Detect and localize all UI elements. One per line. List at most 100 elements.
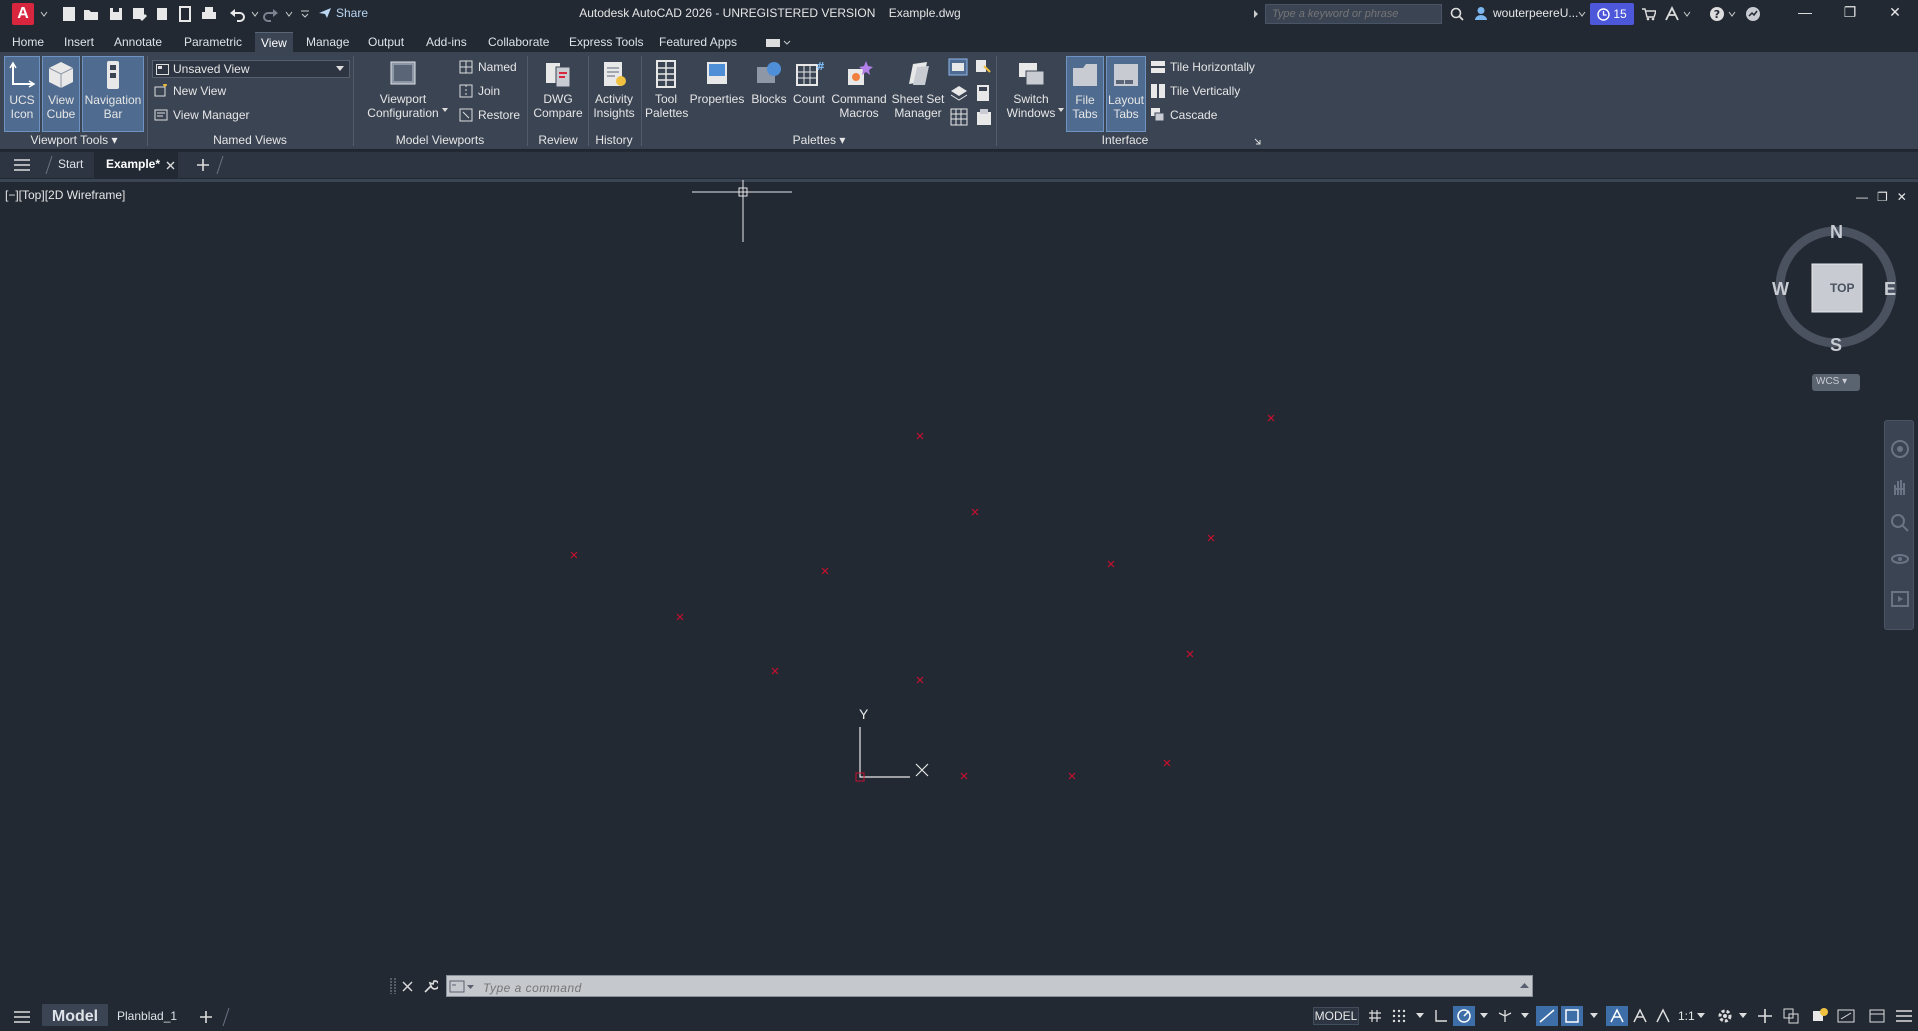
share-button[interactable]: Share [318,6,368,20]
file-tabs-toggle[interactable]: File Tabs [1066,56,1104,132]
hardware-acceleration-icon[interactable] [1837,1007,1855,1025]
panel-title-palettes[interactable]: Palettes ▾ [644,133,994,147]
auto-scale-icon[interactable] [1632,1008,1648,1024]
workspace-dropdown-icon[interactable] [1739,1013,1747,1019]
external-references-icon[interactable] [950,108,968,126]
zoom-extents-icon[interactable] [1890,513,1910,533]
compass-north[interactable]: N [1830,222,1843,243]
activity-insights-button[interactable]: Activity Insights [591,56,637,132]
close-button[interactable]: ✕ [1875,4,1915,24]
dwg-compare-button[interactable]: DWG Compare [531,56,585,132]
polar-dropdown-icon[interactable] [1480,1013,1488,1019]
pan-hand-icon[interactable] [1890,477,1910,497]
snap-icon[interactable] [1392,1009,1406,1023]
recent-commands-icon[interactable] [449,980,475,993]
annotation-monitor-icon[interactable] [1757,1008,1773,1024]
new-file-icon[interactable] [60,5,78,23]
grid-icon[interactable] [1368,1009,1382,1023]
polar-tracking-icon[interactable] [1453,1006,1475,1026]
redo-dropdown-icon[interactable] [285,10,293,18]
minimize-button[interactable]: — [1785,4,1825,24]
annotation-scale-icon[interactable] [1655,1008,1671,1024]
clean-screen-icon[interactable] [1869,1008,1885,1024]
command-macros-button[interactable]: Command Macros [829,56,889,132]
workspace-gear-icon[interactable] [1716,1007,1734,1025]
save-as-icon[interactable] [130,5,148,23]
blocks-button[interactable]: Blocks [748,56,790,132]
tab-express-tools[interactable]: Express Tools [563,32,649,52]
tab-add-ins[interactable]: Add-ins [420,32,473,52]
help-dropdown-icon[interactable] [1728,10,1736,18]
named-view-combo[interactable]: Unsaved View [152,60,350,78]
switch-windows-dropdown-icon[interactable] [1058,108,1064,113]
application-menu-button[interactable]: A [12,3,34,25]
add-layout-icon[interactable] [199,1010,213,1024]
isolate-objects-icon[interactable] [1811,1007,1829,1025]
tab-start[interactable]: Start [58,157,83,171]
tab-featured-apps[interactable]: Featured Apps [653,32,743,52]
wcs-menu[interactable]: WCS ▾ [1812,374,1860,391]
tab-collaborate[interactable]: Collaborate [482,32,555,52]
redo-icon[interactable] [262,5,280,23]
showmotion-icon[interactable] [1890,589,1910,609]
command-line-grip-icon[interactable] [390,977,396,995]
command-input[interactable] [446,975,1533,997]
help-icon[interactable]: ? [1709,6,1725,22]
close-tab-icon[interactable] [166,161,175,170]
named-viewports-button[interactable]: Named [459,60,517,74]
cascade-button[interactable]: Cascade [1151,108,1217,122]
plot-icon[interactable] [176,5,194,23]
calculator-icon[interactable] [975,84,991,102]
isodraft-icon[interactable] [1497,1009,1513,1023]
tab-annotate[interactable]: Annotate [108,32,168,52]
viewport-configuration-button[interactable]: Viewport Configuration [362,56,444,132]
command-history-expand-icon[interactable] [1520,982,1529,989]
new-tab-icon[interactable] [196,158,210,172]
save-icon[interactable] [107,5,125,23]
customization-menu-icon[interactable] [1896,1010,1912,1022]
print-icon[interactable] [200,5,218,23]
viewcube-top-face[interactable]: TOP [1830,281,1854,295]
tab-output[interactable]: Output [362,32,410,52]
switch-windows-button[interactable]: Switch Windows [1001,56,1061,132]
autodesk-app-icon[interactable] [1664,6,1680,21]
feedback-icon[interactable] [1745,6,1761,22]
properties-button[interactable]: Properties [689,56,745,132]
new-view-button[interactable]: New View [154,84,226,98]
user-account-menu[interactable]: wouterpeereU... [1493,6,1578,20]
open-folder-icon[interactable] [82,5,100,23]
steering-wheel-icon[interactable] [1890,439,1910,459]
orbit-icon[interactable] [1890,549,1910,569]
annotation-scale-value[interactable]: 1:1 [1678,1009,1695,1023]
search-input[interactable] [1265,4,1442,24]
customize-wrench-icon[interactable] [423,979,438,994]
isodraft-dropdown-icon[interactable] [1521,1013,1529,1019]
layout-menu-icon[interactable] [14,1011,30,1023]
restore-button[interactable]: ❐ [1830,4,1870,24]
view-cube-button[interactable]: View Cube [42,56,80,132]
hamburger-menu-icon[interactable] [14,159,30,171]
search-icon[interactable] [1450,7,1464,21]
tab-view[interactable]: View [255,32,293,53]
ribbon-minimize-icon[interactable] [765,37,791,49]
object-snap-dropdown-icon[interactable] [1590,1013,1598,1019]
sheet-set-manager-button[interactable]: Sheet Set Manager [891,56,945,132]
restore-viewports-button[interactable]: Restore [459,108,520,122]
undo-dropdown-icon[interactable] [251,10,259,18]
tab-insert[interactable]: Insert [58,32,100,52]
customize-qat-icon[interactable] [300,10,310,18]
count-button[interactable]: # Count [790,56,828,132]
panel-launcher-icon[interactable] [1254,138,1261,145]
layout-tabs-toggle[interactable]: Layout Tabs [1106,56,1146,132]
user-dropdown-icon[interactable] [1578,10,1586,18]
panel-title-viewport-tools[interactable]: Viewport Tools ▾ [4,133,144,147]
ortho-icon[interactable] [1434,1009,1448,1023]
tab-manage[interactable]: Manage [300,32,355,52]
navigation-bar-button[interactable]: Navigation Bar [82,56,144,132]
viewport-config-dropdown-icon[interactable] [442,108,448,113]
tab-home[interactable]: Home [6,32,50,52]
ucs-icon-button[interactable]: UCS Icon [4,56,40,132]
tab-parametric[interactable]: Parametric [178,32,248,52]
clipboard-icon[interactable] [975,108,993,126]
model-space-toggle[interactable]: MODEL [1313,1007,1359,1025]
